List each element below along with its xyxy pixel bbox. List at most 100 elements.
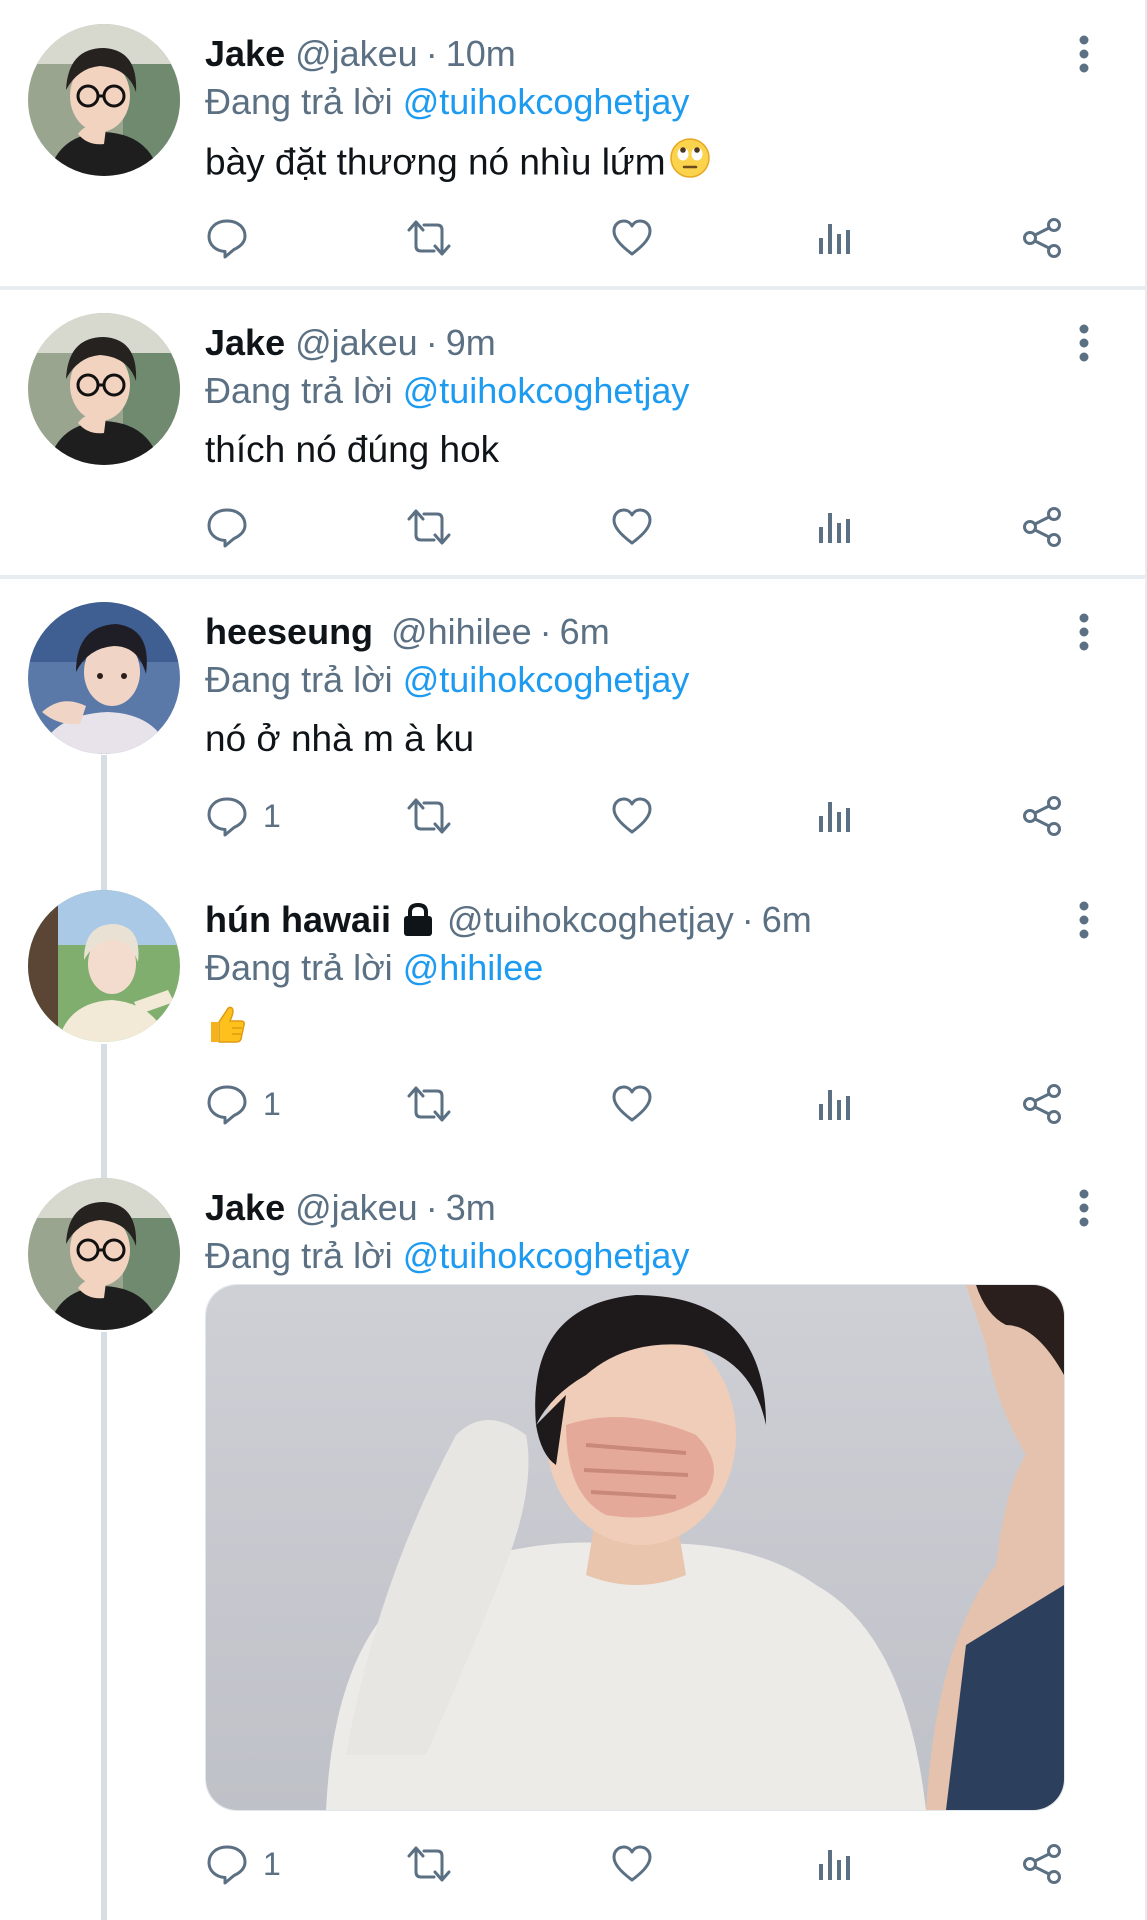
- retweet-button[interactable]: [405, 210, 453, 266]
- separator-dot: ·: [425, 322, 438, 363]
- timestamp[interactable]: 9m: [446, 319, 496, 367]
- tweet-4[interactable]: hún hawaii @tuihokcoghetjay · 6m Đang tr…: [0, 866, 1145, 1154]
- tweet-text: nó ở nhà m à ku: [205, 718, 475, 759]
- retweet-button[interactable]: [405, 1836, 453, 1892]
- tweet-text: [205, 1002, 249, 1059]
- thumbs-up-emoji: [205, 1002, 249, 1059]
- tweet-header: Jake @jakeu · 9m: [205, 319, 496, 367]
- heart-icon: [612, 1085, 652, 1122]
- tweet-1[interactable]: Jake @jakeu · 10m Đang trả lời @tuihokco…: [0, 0, 1145, 288]
- more-vertical-icon[interactable]: [1072, 30, 1096, 78]
- heart-icon: [612, 508, 652, 545]
- reply-button[interactable]: [205, 210, 263, 266]
- retweet-icon: [407, 220, 451, 256]
- display-name[interactable]: Jake: [205, 30, 285, 78]
- user-handle[interactable]: @jakeu: [295, 1184, 418, 1232]
- share-button[interactable]: [1020, 788, 1064, 844]
- mention-link[interactable]: @hihilee: [403, 947, 544, 988]
- reply-button[interactable]: 1: [205, 1076, 281, 1132]
- replying-to-label: Đang trả lời: [205, 81, 393, 122]
- tweet-5[interactable]: Jake @jakeu · 3m Đang trả lời @tuihokcog…: [0, 1154, 1145, 1920]
- replying-to-label: Đang trả lời: [205, 947, 393, 988]
- mention-link[interactable]: @tuihokcoghetjay: [403, 81, 690, 122]
- display-name[interactable]: hún hawaii: [205, 896, 391, 944]
- tweet-3[interactable]: heeseung @hihilee · 6m Đang trả lời @tui…: [0, 578, 1145, 866]
- share-button[interactable]: [1020, 1836, 1064, 1892]
- reply-icon: [207, 1085, 247, 1125]
- lock-icon: [401, 902, 435, 938]
- reply-icon: [207, 219, 247, 259]
- reply-count: 1: [263, 797, 281, 834]
- hun-hawaii-avatar[interactable]: [28, 890, 180, 1042]
- tweet-header: Jake @jakeu · 10m: [205, 30, 516, 78]
- reply-button[interactable]: 1: [205, 788, 281, 844]
- share-icon: [1023, 1844, 1061, 1884]
- share-button[interactable]: [1020, 499, 1064, 555]
- more-vertical-icon[interactable]: [1072, 608, 1096, 656]
- like-button[interactable]: [610, 210, 654, 266]
- face-with-rolling-eyes-emoji: [668, 136, 712, 193]
- more-vertical-icon[interactable]: [1072, 896, 1096, 944]
- tweet-actions: 1: [205, 1836, 1085, 1892]
- mention-link[interactable]: @tuihokcoghetjay: [403, 659, 690, 700]
- share-button[interactable]: [1020, 1076, 1064, 1132]
- views-button[interactable]: [815, 788, 855, 844]
- timestamp[interactable]: 6m: [560, 608, 610, 656]
- jake-avatar[interactable]: [28, 1178, 180, 1330]
- share-icon: [1023, 507, 1061, 547]
- retweet-icon: [407, 1846, 451, 1882]
- timestamp[interactable]: 6m: [762, 896, 812, 944]
- display-name[interactable]: heeseung: [205, 608, 373, 656]
- like-button[interactable]: [610, 788, 654, 844]
- reply-icon: [207, 797, 247, 837]
- views-button[interactable]: [815, 499, 855, 555]
- timestamp[interactable]: 3m: [446, 1184, 496, 1232]
- retweet-button[interactable]: [405, 499, 453, 555]
- tweet-text: bày đặt thương nó nhìu lứm: [205, 136, 712, 193]
- views-icon: [819, 1850, 850, 1880]
- reply-count: 1: [263, 1845, 281, 1882]
- views-button[interactable]: [815, 210, 855, 266]
- separator-dot: ·: [539, 611, 552, 652]
- user-handle[interactable]: @tuihokcoghetjay: [447, 896, 734, 944]
- tweet-header: hún hawaii @tuihokcoghetjay · 6m: [205, 896, 812, 944]
- retweet-icon: [407, 509, 451, 545]
- heart-icon: [612, 797, 652, 834]
- retweet-button[interactable]: [405, 788, 453, 844]
- reply-icon: [207, 1845, 247, 1885]
- mention-link[interactable]: @tuihokcoghetjay: [403, 370, 690, 411]
- retweet-button[interactable]: [405, 1076, 453, 1132]
- user-handle[interactable]: @jakeu: [295, 319, 418, 367]
- more-vertical-icon[interactable]: [1072, 1184, 1096, 1232]
- display-name[interactable]: Jake: [205, 1184, 285, 1232]
- timestamp[interactable]: 10m: [446, 30, 516, 78]
- mention-link[interactable]: @tuihokcoghetjay: [403, 1235, 690, 1276]
- like-button[interactable]: [610, 499, 654, 555]
- share-icon: [1023, 218, 1061, 258]
- share-button[interactable]: [1020, 210, 1064, 266]
- user-handle[interactable]: @hihilee: [391, 608, 532, 656]
- tweet-actions: 1: [205, 788, 1085, 844]
- share-icon: [1023, 796, 1061, 836]
- tweet-photo[interactable]: [205, 1284, 1065, 1811]
- tweet-actions: 1: [205, 1076, 1085, 1132]
- like-button[interactable]: [610, 1076, 654, 1132]
- heeseung-avatar[interactable]: [28, 602, 180, 754]
- tweet-actions: [205, 210, 1085, 266]
- retweet-icon: [407, 798, 451, 834]
- views-button[interactable]: [815, 1076, 855, 1132]
- like-button[interactable]: [610, 1836, 654, 1892]
- jake-avatar[interactable]: [28, 24, 180, 176]
- display-name[interactable]: Jake: [205, 319, 285, 367]
- tweet-2[interactable]: Jake @jakeu · 9m Đang trả lời @tuihokcog…: [0, 289, 1145, 577]
- views-button[interactable]: [815, 1836, 855, 1892]
- jake-avatar[interactable]: [28, 313, 180, 465]
- tweet-text-content: bày đặt thương nó nhìu lứm: [205, 141, 666, 183]
- replying-to-label: Đang trả lời: [205, 659, 393, 700]
- reply-button[interactable]: 1: [205, 1836, 281, 1892]
- replying-to: Đang trả lời @tuihokcoghetjay: [205, 367, 689, 415]
- separator-dot: ·: [741, 899, 754, 940]
- user-handle[interactable]: @jakeu: [295, 30, 418, 78]
- reply-button[interactable]: [205, 499, 263, 555]
- more-vertical-icon[interactable]: [1072, 319, 1096, 367]
